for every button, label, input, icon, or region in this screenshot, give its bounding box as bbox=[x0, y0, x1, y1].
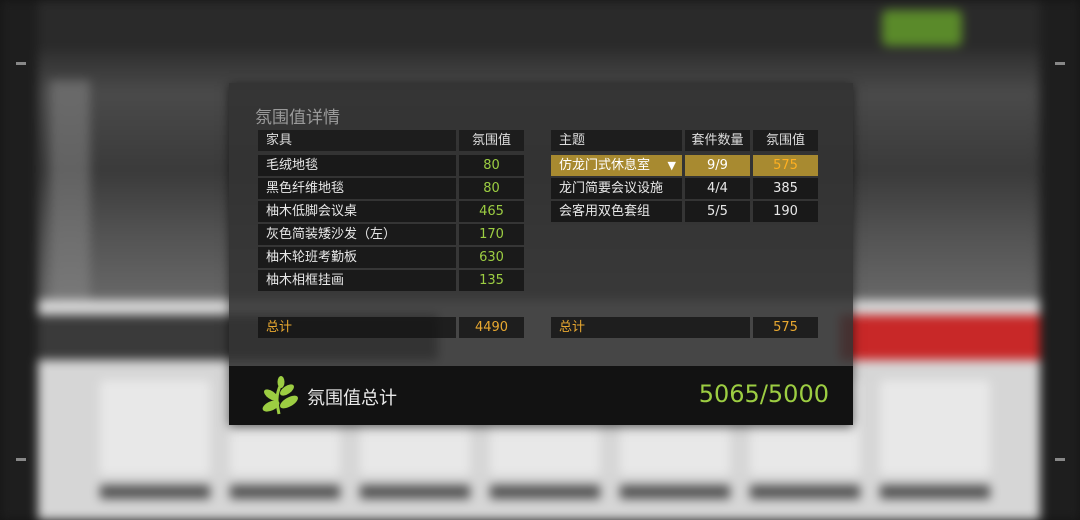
green-badge-blurred bbox=[882, 10, 962, 46]
edge-marker bbox=[16, 62, 26, 65]
card-blurred bbox=[880, 380, 990, 475]
theme-header-name: 主题 bbox=[551, 130, 682, 151]
card-bar-blurred bbox=[750, 485, 860, 499]
card-bar-blurred bbox=[880, 485, 990, 499]
theme-row-name[interactable]: 龙门简要会议设施 bbox=[551, 178, 682, 199]
theme-row-name: 仿龙门式休息室 bbox=[559, 158, 651, 173]
left-edge bbox=[0, 0, 38, 520]
furniture-row-value: 630 bbox=[459, 247, 524, 268]
right-edge bbox=[1040, 0, 1080, 520]
ambience-total-bar: 氛围值总计 5065/5000 bbox=[229, 366, 853, 425]
furniture-row-value: 80 bbox=[459, 178, 524, 199]
card-bar-blurred bbox=[490, 485, 600, 499]
theme-total-value: 575 bbox=[753, 317, 818, 338]
dropdown-triangle-icon[interactable]: ▼ bbox=[668, 155, 676, 176]
furniture-row-name: 黑色纤维地毯 bbox=[258, 178, 456, 199]
theme-row-count: 4/4 bbox=[685, 178, 750, 199]
furniture-header-name: 家具 bbox=[258, 130, 456, 151]
card-bar-blurred bbox=[360, 485, 470, 499]
card-bar-blurred bbox=[230, 485, 340, 499]
theme-row-selected[interactable]: 仿龙门式休息室 ▼ bbox=[551, 155, 682, 176]
red-bar-blurred bbox=[840, 315, 1040, 360]
card-blurred bbox=[100, 380, 210, 475]
theme-row-count: 5/5 bbox=[685, 201, 750, 222]
theme-row-value: 190 bbox=[753, 201, 818, 222]
furniture-row-name: 柚木相框挂画 bbox=[258, 270, 456, 291]
theme-header-count: 套件数量 bbox=[685, 130, 750, 151]
furniture-row-name: 毛绒地毯 bbox=[258, 155, 456, 176]
ambience-total-label: 氛围值总计 bbox=[307, 388, 397, 409]
furniture-header-value: 氛围值 bbox=[459, 130, 524, 151]
theme-row-count: 9/9 bbox=[685, 155, 750, 176]
ambience-details-dialog[interactable]: 氛围值详情 家具 氛围值 毛绒地毯 80 黑色纤维地毯 80 柚木低脚会议桌 4… bbox=[229, 83, 853, 425]
theme-header-value: 氛围值 bbox=[753, 130, 818, 151]
theme-row-name[interactable]: 会客用双色套组 bbox=[551, 201, 682, 222]
theme-row-value: 575 bbox=[753, 155, 818, 176]
furniture-row-value: 80 bbox=[459, 155, 524, 176]
theme-row-value: 385 bbox=[753, 178, 818, 199]
card-bar-blurred bbox=[620, 485, 730, 499]
furniture-total-label: 总计 bbox=[258, 317, 456, 338]
leaf-icon bbox=[262, 376, 298, 415]
furniture-row-value: 170 bbox=[459, 224, 524, 245]
theme-total-label: 总计 bbox=[551, 317, 750, 338]
furniture-total-value: 4490 bbox=[459, 317, 524, 338]
furniture-row-name: 柚木低脚会议桌 bbox=[258, 201, 456, 222]
edge-marker bbox=[16, 458, 26, 461]
furniture-row-value: 135 bbox=[459, 270, 524, 291]
edge-marker bbox=[1055, 62, 1065, 65]
edge-marker bbox=[1055, 458, 1065, 461]
ambience-total-value: 5065/5000 bbox=[698, 380, 829, 408]
furniture-row-name: 灰色简装矮沙发（左） bbox=[258, 224, 456, 245]
card-bar-blurred bbox=[100, 485, 210, 499]
dialog-title: 氛围值详情 bbox=[255, 108, 340, 128]
furniture-row-value: 465 bbox=[459, 201, 524, 222]
furniture-row-name: 柚木轮班考勤板 bbox=[258, 247, 456, 268]
left-menu-blurred bbox=[50, 80, 90, 300]
